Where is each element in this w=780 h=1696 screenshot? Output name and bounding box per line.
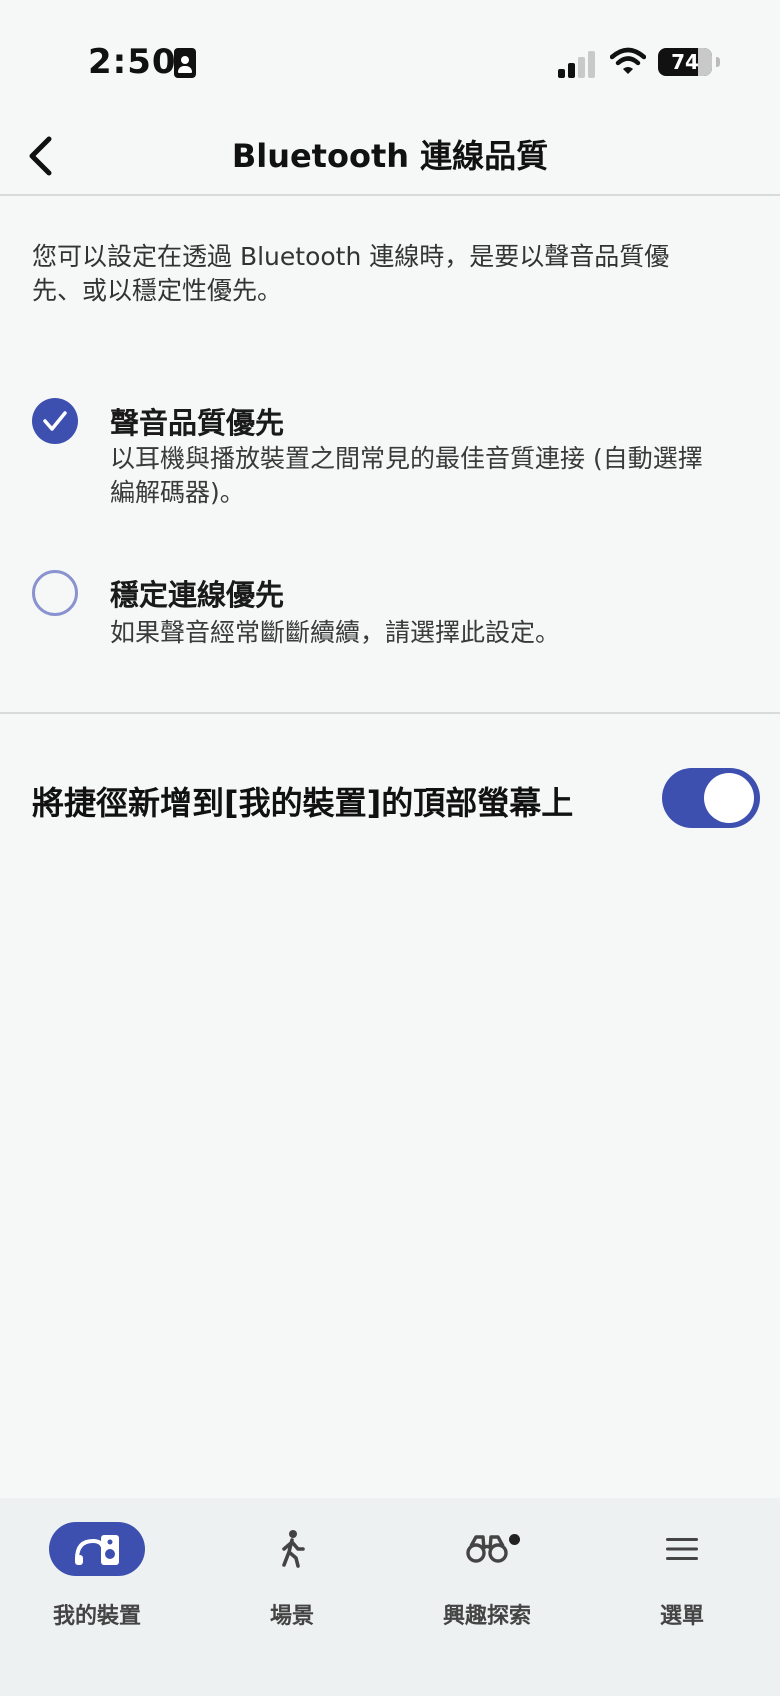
- shortcut-toggle[interactable]: [662, 768, 760, 828]
- binoculars-icon: [466, 1535, 508, 1563]
- option-title: 穩定連線優先: [110, 578, 285, 612]
- notification-dot: [509, 1534, 520, 1545]
- option-title: 聲音品質優先: [110, 406, 285, 440]
- nav-bar: Bluetooth 連線品質: [0, 120, 780, 196]
- page-title: Bluetooth 連線品質: [231, 137, 549, 175]
- status-bar: 2:50 74: [0, 0, 780, 120]
- tab-explore[interactable]: 興趣探索: [417, 1522, 557, 1632]
- battery-level: 74: [671, 50, 699, 74]
- status-time: 2:50: [88, 42, 177, 82]
- headphones-speaker-icon: [75, 1535, 119, 1565]
- tab-icon-wrap: [634, 1522, 730, 1576]
- option-description: 以耳機與播放裝置之間常見的最佳音質連接 (自動選擇編解碼器)。: [110, 444, 703, 507]
- section-divider: [0, 712, 780, 714]
- tab-icon-wrap: [49, 1522, 145, 1576]
- tab-bar: 我的裝置 場景 興趣探索 選單: [0, 1498, 780, 1696]
- option-sound-quality[interactable]: 聲音品質優先 以耳機與播放裝置之間常見的最佳音質連接 (自動選擇編解碼器)。: [0, 396, 780, 516]
- tab-label: 場景: [269, 1604, 314, 1629]
- tab-my-devices[interactable]: 我的裝置: [27, 1522, 167, 1632]
- tab-icon-wrap: [244, 1522, 340, 1576]
- toggle-knob: [704, 773, 754, 823]
- checkmark-icon: [43, 411, 67, 431]
- battery-icon: 74: [658, 48, 720, 76]
- walking-person-icon: [282, 1530, 305, 1568]
- page-description: 您可以設定在透過 Bluetooth 連線時，是要以聲音品質優先、或以穩定性優先…: [32, 242, 670, 305]
- radio-stable-connection[interactable]: [32, 570, 78, 616]
- wifi-icon: [610, 47, 646, 74]
- tab-label: 選單: [659, 1604, 704, 1629]
- cellular-signal-icon: [558, 50, 598, 78]
- radio-sound-quality[interactable]: [32, 398, 78, 444]
- option-stable-connection[interactable]: 穩定連線優先 如果聲音經常斷斷續續，請選擇此設定。: [0, 568, 780, 658]
- tab-label: 我的裝置: [52, 1604, 141, 1629]
- tab-scenes[interactable]: 場景: [222, 1522, 362, 1632]
- shortcut-label: 將捷徑新增到[我的裝置]的頂部螢幕上: [32, 784, 574, 822]
- tab-label: 興趣探索: [442, 1604, 531, 1629]
- option-description: 如果聲音經常斷斷續續，請選擇此設定。: [110, 618, 561, 647]
- tab-menu[interactable]: 選單: [612, 1522, 752, 1632]
- menu-icon: [666, 1538, 698, 1560]
- tab-icon-wrap: [439, 1522, 535, 1576]
- id-card-icon: [174, 48, 196, 78]
